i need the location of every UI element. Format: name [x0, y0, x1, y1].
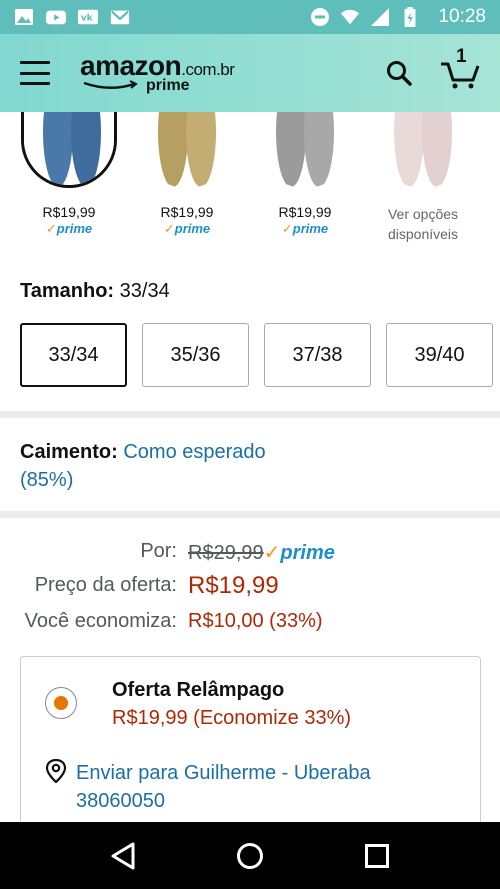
recents-icon[interactable] [364, 843, 390, 869]
gmail-icon [110, 10, 130, 25]
cart-button[interactable]: 1 [440, 46, 480, 90]
offer-price: R$19,99 [188, 572, 279, 599]
search-icon[interactable] [386, 60, 412, 86]
system-nav-bar [0, 822, 500, 889]
delivery-address-link[interactable]: Enviar para Guilherme - Uberaba 38060050 [76, 759, 456, 815]
prime-badge: ✓prime [263, 542, 335, 564]
size-option[interactable]: 33/34 [20, 323, 127, 387]
color-swatches: R$19,99 ✓prime R$19,99 ✓prime R$19,99 ✓p… [0, 112, 500, 252]
offer-price-label: Preço da oferta: [34, 574, 177, 596]
size-option[interactable]: 37/38 [264, 323, 371, 387]
size-option[interactable]: 35/36 [142, 323, 249, 387]
app-header: amazon.com.br prime 1 [0, 34, 500, 112]
size-label: Tamanho: 33/34 [20, 280, 170, 302]
image-icon [15, 9, 33, 25]
size-options: 33/34 35/36 37/38 39/40 [20, 323, 493, 387]
amazon-prime-logo[interactable]: amazon.com.br prime [80, 52, 235, 94]
prime-badge: ✓prime [163, 221, 211, 236]
list-price-label: Por: [140, 540, 177, 562]
clock: 10:28 [438, 6, 486, 27]
swatch-image [21, 112, 117, 188]
swatch-blue[interactable]: R$19,99 ✓prime [10, 112, 128, 237]
swatch-gray[interactable]: R$19,99 ✓prime [246, 112, 364, 237]
more-options-label: Ver opções disponíveis [387, 206, 459, 242]
wifi-icon [341, 9, 360, 25]
savings-value: R$10,00 (33%) [188, 610, 323, 632]
vk-icon: vk [78, 9, 98, 25]
section-divider [0, 411, 500, 418]
smile-icon [83, 80, 138, 89]
lightning-deal-box: Oferta Relâmpago R$19,99 (Economize 33%)… [20, 656, 481, 836]
youtube-icon [46, 10, 66, 25]
status-bar: vk 10:28 [0, 0, 500, 34]
menu-icon[interactable] [20, 61, 50, 85]
fit-info: Caimento: Como esperado (85%) [20, 441, 266, 491]
deal-title: Oferta Relâmpago [112, 679, 285, 701]
home-icon[interactable] [236, 842, 264, 870]
do-not-disturb-icon [311, 8, 330, 26]
deal-radio[interactable] [45, 687, 77, 719]
svg-text:vk: vk [81, 14, 94, 24]
prime-badge: ✓prime [281, 221, 329, 236]
list-price: R$29,99✓prime [188, 542, 335, 564]
deal-price: R$19,99 (Economize 33%) [112, 707, 352, 729]
back-icon[interactable] [110, 842, 136, 870]
size-option[interactable]: 39/40 [386, 323, 493, 387]
prime-badge: ✓prime [45, 221, 93, 236]
swatch-image [257, 112, 353, 188]
location-pin-icon [45, 759, 67, 783]
savings-label: Você economiza: [24, 610, 177, 632]
battery-icon [404, 7, 416, 27]
section-divider [0, 511, 500, 518]
swatch-more-options[interactable]: Ver opções disponíveis [364, 112, 482, 244]
signal-icon [371, 8, 390, 26]
cart-count: 1 [456, 46, 467, 67]
swatch-image [139, 112, 235, 188]
swatch-image [375, 112, 471, 188]
swatch-gold[interactable]: R$19,99 ✓prime [128, 112, 246, 237]
